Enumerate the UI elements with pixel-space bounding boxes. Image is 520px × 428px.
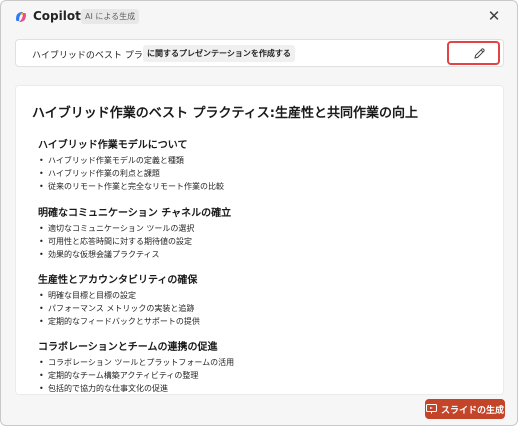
- app-name: Copilot: [33, 9, 81, 23]
- list-item: 定期的なフィードバックとサポートの提供: [38, 315, 200, 328]
- list-item: 効果的な仮想会議プラクティス: [38, 248, 231, 261]
- list-item: 明確な目標と目標の設定: [38, 289, 200, 302]
- prompt-bar: ハイブリッドのベスト プラクティス に関するプレゼンテーションを作成する: [15, 39, 504, 67]
- title-bar: Copilot AI による生成 ✕: [1, 1, 517, 31]
- close-button[interactable]: ✕: [485, 7, 503, 25]
- copilot-dialog: Copilot AI による生成 ✕ ハイブリッドのベスト プラクティス に関す…: [0, 0, 518, 426]
- pencil-icon: [474, 48, 485, 59]
- ai-generated-badge: AI による生成: [81, 9, 140, 24]
- outline-section: コラボレーションとチームの連携の促進 コラボレーション ツールとプラットフォーム…: [38, 338, 234, 394]
- prompt-chip: に関するプレゼンテーションを作成する: [143, 45, 295, 62]
- list-item: ハイブリッド作業の利点と課題: [38, 167, 224, 180]
- list-item: 従来のリモート作業と完全なリモート作業の比較: [38, 180, 224, 193]
- generate-slides-button[interactable]: スライドの生成: [425, 399, 505, 419]
- outline-document: ハイブリッド作業のベスト プラクティス:生産性と共同作業の向上 ハイブリッド作業…: [15, 85, 504, 395]
- slides-icon: [425, 404, 437, 414]
- list-item: コラボレーション ツールとプラットフォームの活用: [38, 356, 234, 369]
- section-heading: ハイブリッド作業モデルについて: [38, 140, 188, 151]
- list-item: パフォーマンス メトリックの実装と追跡: [38, 302, 200, 315]
- list-item: 可用性と応答時間に対する期待値の設定: [38, 235, 231, 248]
- list-item: 定期的なチーム構築アクティビティの整理: [38, 369, 234, 382]
- document-title: ハイブリッド作業のベスト プラクティス:生産性と共同作業の向上: [32, 106, 418, 121]
- generate-slides-label: スライドの生成: [440, 405, 504, 416]
- outline-section: ハイブリッド作業モデルについて ハイブリッド作業モデルの定義と種類 ハイブリッド…: [38, 136, 224, 193]
- edit-prompt-button[interactable]: [447, 41, 500, 65]
- section-heading: 明確なコミュニケーション チャネルの確立: [38, 208, 232, 219]
- outline-section: 生産性とアカウンタビリティの確保 明確な目標と目標の設定 パフォーマンス メトリ…: [38, 271, 200, 328]
- copilot-logo-icon: [16, 12, 26, 22]
- outline-section: 明確なコミュニケーション チャネルの確立 適切なコミュニケーション ツールの選択…: [38, 204, 231, 261]
- section-heading: 生産性とアカウンタビリティの確保: [38, 275, 198, 286]
- list-item: ハイブリッド作業モデルの定義と種類: [38, 154, 224, 167]
- list-item: 適切なコミュニケーション ツールの選択: [38, 222, 231, 235]
- section-heading: コラボレーションとチームの連携の促進: [38, 342, 218, 353]
- list-item: 包括的で協力的な仕事文化の促進: [38, 382, 234, 394]
